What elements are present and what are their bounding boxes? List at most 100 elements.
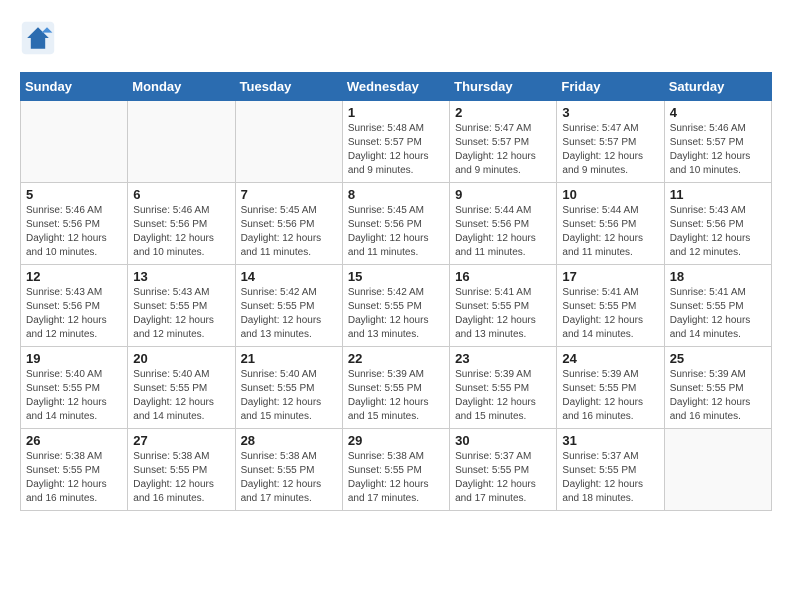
calendar-cell: 7 Sunrise: 5:45 AM Sunset: 5:56 PM Daylig… [235, 183, 342, 265]
day-number: 25 [670, 351, 766, 366]
day-number: 2 [455, 105, 551, 120]
calendar-cell: 11 Sunrise: 5:43 AM Sunset: 5:56 PM Dayli… [664, 183, 771, 265]
calendar-cell: 16Sunrise: 5:41 AM Sunset: 5:55 PM Dayli… [450, 265, 557, 347]
day-number: 20 [133, 351, 229, 366]
calendar-cell: 18 Sunrise: 5:41 AM Sunset: 5:55 PM Dayli… [664, 265, 771, 347]
day-number: 24 [562, 351, 658, 366]
calendar-cell: 1Sunrise: 5:48 AM Sunset: 5:57 PM Daylig… [342, 101, 449, 183]
day-info: Sunrise: 5:40 AM Sunset: 5:55 PM Dayligh… [241, 368, 337, 424]
calendar-cell [21, 101, 128, 183]
calendar-cell: 17 Sunrise: 5:41 AM Sunset: 5:55 PM Dayli… [557, 265, 664, 347]
day-info: Sunrise: 5:38 AM Sunset: 5:55 PM Dayligh… [348, 450, 444, 506]
day-number: 27 [133, 433, 229, 448]
day-info: Sunrise: 5:46 AM Sunset: 5:56 PM Dayligh… [26, 204, 122, 260]
day-info: Sunrise: 5:38 AM Sunset: 5:55 PM Dayligh… [26, 450, 122, 506]
calendar-cell: 9 Sunrise: 5:44 AM Sunset: 5:56 PM Daylig… [450, 183, 557, 265]
day-info: Sunrise: 5:47 AM Sunset: 5:57 PM Dayligh… [562, 122, 658, 178]
calendar-cell: 10Sunrise: 5:44 AM Sunset: 5:56 PM Dayli… [557, 183, 664, 265]
calendar-cell: 5 Sunrise: 5:46 AM Sunset: 5:56 PM Daylig… [21, 183, 128, 265]
calendar-cell: 24 Sunrise: 5:39 AM Sunset: 5:55 PM Dayli… [557, 347, 664, 429]
calendar-cell: 23Sunrise: 5:39 AM Sunset: 5:55 PM Dayli… [450, 347, 557, 429]
calendar-cell: 4Sunrise: 5:46 AM Sunset: 5:57 PM Daylig… [664, 101, 771, 183]
calendar-cell: 29 Sunrise: 5:38 AM Sunset: 5:55 PM Dayli… [342, 429, 449, 511]
calendar-cell: 8 Sunrise: 5:45 AM Sunset: 5:56 PM Daylig… [342, 183, 449, 265]
calendar-cell: 28 Sunrise: 5:38 AM Sunset: 5:55 PM Dayli… [235, 429, 342, 511]
day-number: 21 [241, 351, 337, 366]
calendar-cell: 20 Sunrise: 5:40 AM Sunset: 5:55 PM Dayli… [128, 347, 235, 429]
calendar-week-row: 26 Sunrise: 5:38 AM Sunset: 5:55 PM Dayli… [21, 429, 772, 511]
calendar-cell: 31 Sunrise: 5:37 AM Sunset: 5:55 PM Dayli… [557, 429, 664, 511]
calendar-week-row: 12 Sunrise: 5:43 AM Sunset: 5:56 PM Dayli… [21, 265, 772, 347]
day-number: 11 [670, 187, 766, 202]
day-number: 6 [133, 187, 229, 202]
day-number: 28 [241, 433, 337, 448]
calendar-cell: 21 Sunrise: 5:40 AM Sunset: 5:55 PM Dayli… [235, 347, 342, 429]
calendar-header-row: SundayMondayTuesdayWednesdayThursdayFrid… [21, 73, 772, 101]
day-info: Sunrise: 5:37 AM Sunset: 5:55 PM Dayligh… [455, 450, 551, 506]
day-header-monday: Monday [128, 73, 235, 101]
day-number: 1 [348, 105, 444, 120]
calendar-cell: 22Sunrise: 5:39 AM Sunset: 5:55 PM Dayli… [342, 347, 449, 429]
calendar-week-row: 19Sunrise: 5:40 AM Sunset: 5:55 PM Dayli… [21, 347, 772, 429]
day-number: 29 [348, 433, 444, 448]
day-number: 30 [455, 433, 551, 448]
day-number: 12 [26, 269, 122, 284]
calendar-cell: 27 Sunrise: 5:38 AM Sunset: 5:55 PM Dayli… [128, 429, 235, 511]
day-info: Sunrise: 5:37 AM Sunset: 5:55 PM Dayligh… [562, 450, 658, 506]
calendar-cell: 14Sunrise: 5:42 AM Sunset: 5:55 PM Dayli… [235, 265, 342, 347]
day-info: Sunrise: 5:40 AM Sunset: 5:55 PM Dayligh… [26, 368, 122, 424]
calendar-cell [128, 101, 235, 183]
logo-icon [20, 20, 56, 56]
day-info: Sunrise: 5:39 AM Sunset: 5:55 PM Dayligh… [670, 368, 766, 424]
day-number: 9 [455, 187, 551, 202]
day-info: Sunrise: 5:38 AM Sunset: 5:55 PM Dayligh… [133, 450, 229, 506]
day-number: 31 [562, 433, 658, 448]
day-info: Sunrise: 5:44 AM Sunset: 5:56 PM Dayligh… [455, 204, 551, 260]
page-header [20, 20, 772, 56]
calendar-cell: 6Sunrise: 5:46 AM Sunset: 5:56 PM Daylig… [128, 183, 235, 265]
calendar-cell: 26 Sunrise: 5:38 AM Sunset: 5:55 PM Dayli… [21, 429, 128, 511]
day-info: Sunrise: 5:44 AM Sunset: 5:56 PM Dayligh… [562, 204, 658, 260]
day-number: 8 [348, 187, 444, 202]
day-info: Sunrise: 5:39 AM Sunset: 5:55 PM Dayligh… [562, 368, 658, 424]
day-number: 17 [562, 269, 658, 284]
day-info: Sunrise: 5:41 AM Sunset: 5:55 PM Dayligh… [562, 286, 658, 342]
calendar-cell: 13 Sunrise: 5:43 AM Sunset: 5:55 PM Dayli… [128, 265, 235, 347]
day-number: 18 [670, 269, 766, 284]
day-info: Sunrise: 5:43 AM Sunset: 5:56 PM Dayligh… [670, 204, 766, 260]
day-info: Sunrise: 5:38 AM Sunset: 5:55 PM Dayligh… [241, 450, 337, 506]
day-number: 3 [562, 105, 658, 120]
day-number: 15 [348, 269, 444, 284]
day-info: Sunrise: 5:41 AM Sunset: 5:55 PM Dayligh… [670, 286, 766, 342]
day-info: Sunrise: 5:43 AM Sunset: 5:55 PM Dayligh… [133, 286, 229, 342]
calendar-table: SundayMondayTuesdayWednesdayThursdayFrid… [20, 72, 772, 511]
day-header-thursday: Thursday [450, 73, 557, 101]
calendar-cell: 25 Sunrise: 5:39 AM Sunset: 5:55 PM Dayli… [664, 347, 771, 429]
day-header-saturday: Saturday [664, 73, 771, 101]
calendar-cell: 3 Sunrise: 5:47 AM Sunset: 5:57 PM Daylig… [557, 101, 664, 183]
calendar-week-row: 5 Sunrise: 5:46 AM Sunset: 5:56 PM Daylig… [21, 183, 772, 265]
day-number: 16 [455, 269, 551, 284]
day-info: Sunrise: 5:45 AM Sunset: 5:56 PM Dayligh… [241, 204, 337, 260]
day-header-wednesday: Wednesday [342, 73, 449, 101]
day-number: 13 [133, 269, 229, 284]
day-info: Sunrise: 5:43 AM Sunset: 5:56 PM Dayligh… [26, 286, 122, 342]
day-number: 5 [26, 187, 122, 202]
day-info: Sunrise: 5:40 AM Sunset: 5:55 PM Dayligh… [133, 368, 229, 424]
day-info: Sunrise: 5:45 AM Sunset: 5:56 PM Dayligh… [348, 204, 444, 260]
calendar-cell [235, 101, 342, 183]
calendar-cell [664, 429, 771, 511]
calendar-cell: 30 Sunrise: 5:37 AM Sunset: 5:55 PM Dayli… [450, 429, 557, 511]
day-header-sunday: Sunday [21, 73, 128, 101]
calendar-cell: 15 Sunrise: 5:42 AM Sunset: 5:55 PM Dayli… [342, 265, 449, 347]
day-number: 7 [241, 187, 337, 202]
day-info: Sunrise: 5:39 AM Sunset: 5:55 PM Dayligh… [348, 368, 444, 424]
day-header-friday: Friday [557, 73, 664, 101]
day-info: Sunrise: 5:42 AM Sunset: 5:55 PM Dayligh… [348, 286, 444, 342]
day-info: Sunrise: 5:47 AM Sunset: 5:57 PM Dayligh… [455, 122, 551, 178]
day-info: Sunrise: 5:39 AM Sunset: 5:55 PM Dayligh… [455, 368, 551, 424]
day-number: 26 [26, 433, 122, 448]
day-info: Sunrise: 5:46 AM Sunset: 5:57 PM Dayligh… [670, 122, 766, 178]
calendar-week-row: 1Sunrise: 5:48 AM Sunset: 5:57 PM Daylig… [21, 101, 772, 183]
calendar-cell: 12 Sunrise: 5:43 AM Sunset: 5:56 PM Dayli… [21, 265, 128, 347]
